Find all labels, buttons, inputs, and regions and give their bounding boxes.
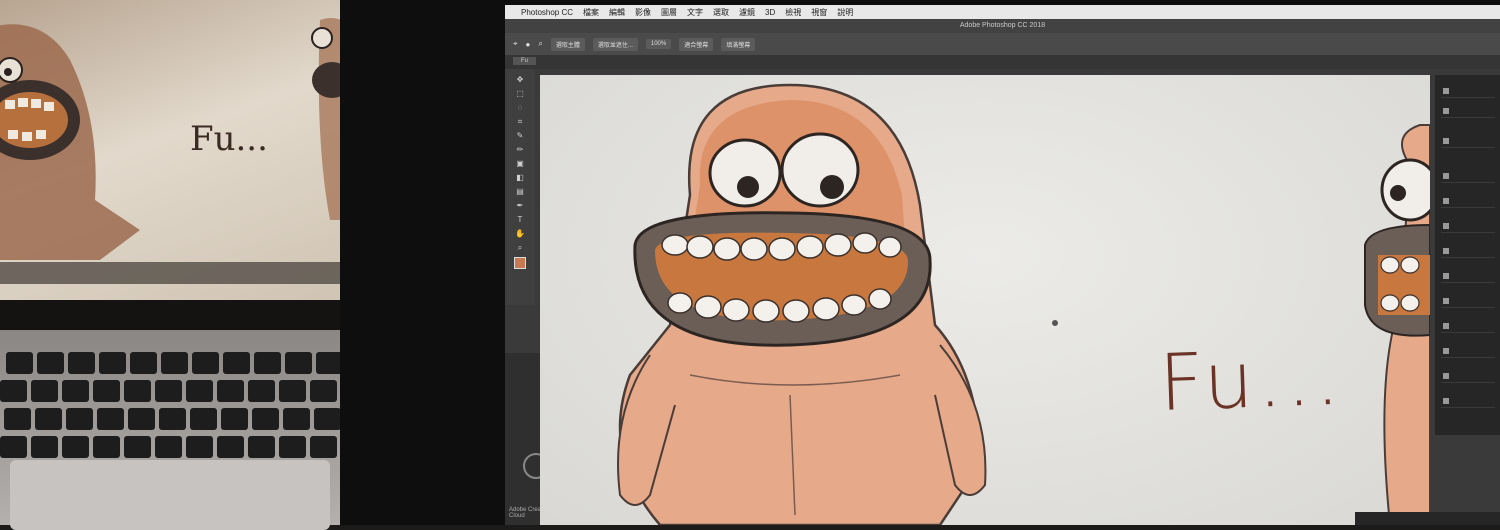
eye-icon[interactable] <box>1443 88 1449 94</box>
eye-icon[interactable] <box>1443 198 1449 204</box>
layer-row[interactable] <box>1441 370 1495 383</box>
brush-tool-icon[interactable]: ✏ <box>511 145 529 155</box>
hand-tool-icon[interactable]: ✋ <box>511 229 529 239</box>
foreground-color-swatch[interactable] <box>514 257 526 269</box>
layer-row[interactable] <box>1441 245 1495 258</box>
fit-screen-button[interactable]: 適合螢幕 <box>679 37 714 51</box>
stamp-tool-icon[interactable]: ▣ <box>511 159 529 169</box>
eye-icon[interactable] <box>1443 398 1449 404</box>
laptop-handwriting: Fu... <box>190 119 268 159</box>
tools-panel: ✥ ⬚ ◌ ⌗ ✎ ✏ ▣ ◧ ▤ ✒ T ✋ ⌕ <box>505 69 535 305</box>
menubar: Photoshop CC 檔案 編輯 影像 圖層 文字 選取 濾鏡 3D 檢視 … <box>505 5 1500 19</box>
eyedropper-tool-icon[interactable]: ✎ <box>511 131 529 141</box>
brush-size-icon[interactable]: ● <box>526 40 531 49</box>
gradient-tool-icon[interactable]: ▤ <box>511 187 529 197</box>
laptop-screen: Fu... <box>0 0 372 300</box>
options-bar: ⌖ ● ⌕ 選取主體 選取並遮住... 100% 適合螢幕 填滿螢幕 <box>505 33 1500 55</box>
select-and-mask-button[interactable]: 選取並遮住... <box>592 37 638 51</box>
layer-row[interactable] <box>1441 135 1495 148</box>
menu-type[interactable]: 文字 <box>687 7 703 18</box>
laptop-bezel <box>0 300 372 330</box>
eye-icon[interactable] <box>1443 138 1449 144</box>
fill-screen-button[interactable]: 填滿螢幕 <box>721 37 756 51</box>
eye-icon[interactable] <box>1443 298 1449 304</box>
menu-layer[interactable]: 圖層 <box>661 7 677 18</box>
menu-select[interactable]: 選取 <box>713 7 729 18</box>
menu-3d[interactable]: 3D <box>765 8 775 17</box>
lasso-tool-icon[interactable]: ◌ <box>511 103 529 113</box>
zoom-tool-icon[interactable]: ⌕ <box>511 243 529 253</box>
menu-app-name[interactable]: Photoshop CC <box>521 8 573 17</box>
layer-row[interactable] <box>1441 270 1495 283</box>
layer-row[interactable] <box>1441 320 1495 333</box>
eye-icon[interactable] <box>1443 223 1449 229</box>
pen-tool-icon[interactable]: ✒ <box>511 201 529 211</box>
quick-select-icon[interactable]: ⌖ <box>513 39 518 49</box>
menu-view[interactable]: 檢視 <box>785 7 801 18</box>
crop-tool-icon[interactable]: ⌗ <box>511 117 529 127</box>
menu-file[interactable]: 檔案 <box>583 7 599 18</box>
menu-image[interactable]: 影像 <box>635 7 651 18</box>
layer-row[interactable] <box>1441 345 1495 358</box>
status-strip <box>1355 512 1500 525</box>
layers-panel <box>1435 75 1500 435</box>
canvas-handwriting: Fu... <box>1158 333 1345 429</box>
menu-window[interactable]: 視窗 <box>811 7 827 18</box>
layer-row[interactable] <box>1441 85 1495 98</box>
photoshop-window: Photoshop CC 檔案 編輯 影像 圖層 文字 選取 濾鏡 3D 檢視 … <box>505 5 1500 525</box>
menu-filter[interactable]: 濾鏡 <box>739 7 755 18</box>
eye-icon[interactable] <box>1443 273 1449 279</box>
eye-icon[interactable] <box>1443 248 1449 254</box>
marquee-tool-icon[interactable]: ⬚ <box>511 89 529 99</box>
document-tab-bar: Fu <box>505 55 1500 69</box>
layer-row[interactable] <box>1441 295 1495 308</box>
zoom-icon[interactable]: ⌕ <box>538 39 542 49</box>
menu-help[interactable]: 說明 <box>837 7 853 18</box>
text-tool-icon[interactable]: T <box>511 215 529 225</box>
eye-icon[interactable] <box>1443 348 1449 354</box>
laptop-trackpad <box>10 460 330 530</box>
layer-row[interactable] <box>1441 220 1495 233</box>
laptop-dock <box>0 262 372 284</box>
eye-icon[interactable] <box>1443 373 1449 379</box>
layer-row[interactable] <box>1441 395 1495 408</box>
monster-illustration: Fu... <box>617 83 1430 525</box>
move-tool-icon[interactable]: ✥ <box>511 75 529 85</box>
document-canvas[interactable]: Fu... <box>540 75 1430 525</box>
document-tab[interactable]: Fu <box>513 57 537 65</box>
menu-edit[interactable]: 編輯 <box>609 7 625 18</box>
layer-row[interactable] <box>1441 105 1495 118</box>
eye-icon[interactable] <box>1443 173 1449 179</box>
eye-icon[interactable] <box>1443 108 1449 114</box>
eye-icon[interactable] <box>1443 323 1449 329</box>
select-subject-button[interactable]: 選取主體 <box>550 37 585 51</box>
window-title: Adobe Photoshop CC 2018 <box>505 19 1500 33</box>
eraser-tool-icon[interactable]: ◧ <box>511 173 529 183</box>
laptop-sketch: Fu... <box>0 18 372 260</box>
layer-row[interactable] <box>1441 195 1495 208</box>
zoom-100-button[interactable]: 100% <box>645 39 672 49</box>
layer-row[interactable] <box>1441 170 1495 183</box>
